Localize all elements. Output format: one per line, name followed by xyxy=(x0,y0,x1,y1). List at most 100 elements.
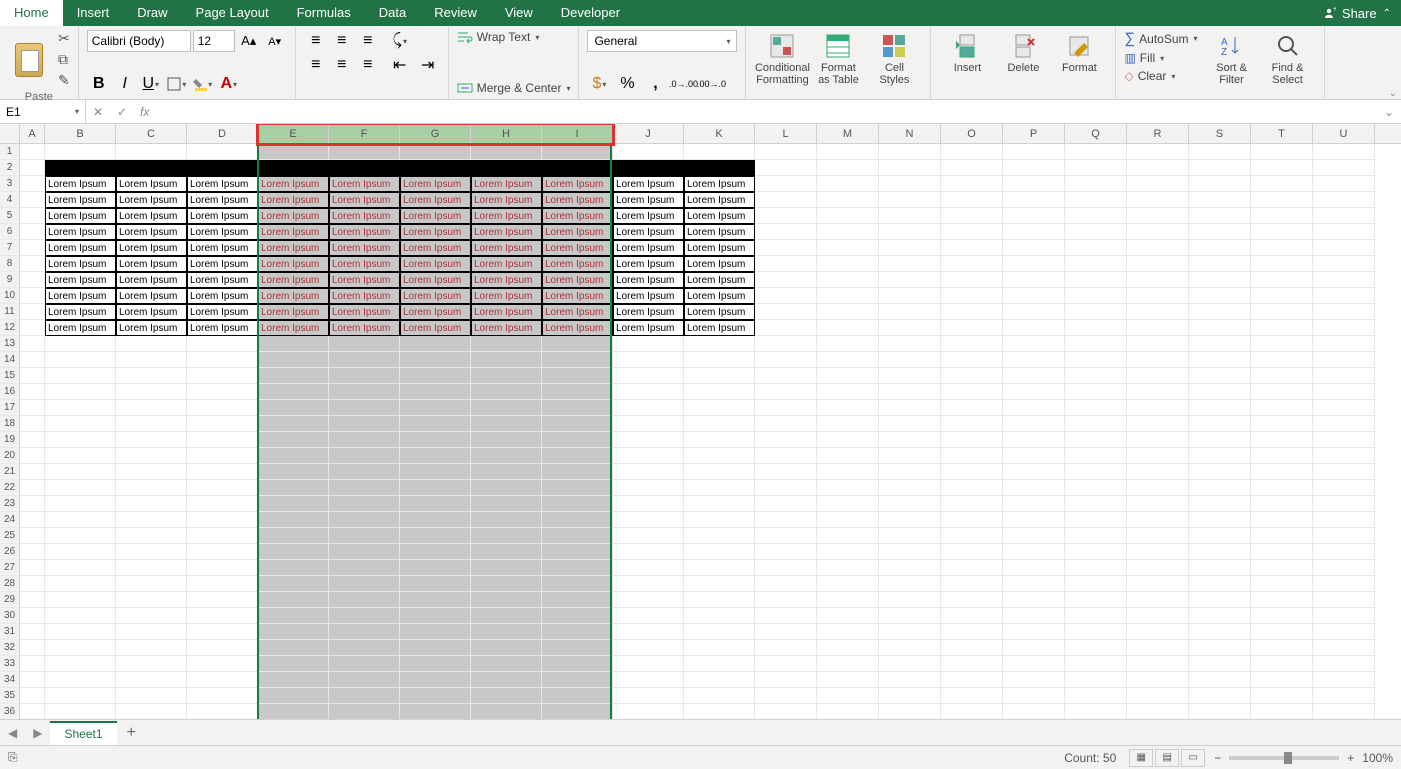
cell[interactable] xyxy=(329,368,400,384)
cell[interactable] xyxy=(817,384,879,400)
cell[interactable] xyxy=(116,400,187,416)
cell[interactable] xyxy=(941,656,1003,672)
cell[interactable] xyxy=(879,320,941,336)
cell[interactable] xyxy=(684,368,755,384)
cell[interactable] xyxy=(1065,352,1127,368)
cell[interactable] xyxy=(755,240,817,256)
sheet-nav-next-icon[interactable]: ▶ xyxy=(25,726,50,740)
cell[interactable] xyxy=(1127,240,1189,256)
cell[interactable] xyxy=(20,400,45,416)
cell[interactable] xyxy=(755,224,817,240)
tab-page-layout[interactable]: Page Layout xyxy=(182,0,283,26)
cell[interactable] xyxy=(1065,224,1127,240)
cell[interactable] xyxy=(400,592,471,608)
cell[interactable] xyxy=(684,448,755,464)
column-header-T[interactable]: T xyxy=(1251,124,1313,143)
view-page-layout-icon[interactable]: ▤ xyxy=(1155,749,1179,767)
cell[interactable] xyxy=(45,416,116,432)
cell[interactable] xyxy=(471,704,542,720)
row-header[interactable]: 26 xyxy=(0,544,20,560)
cell[interactable] xyxy=(817,688,879,704)
select-all-corner[interactable] xyxy=(0,124,20,143)
cell[interactable] xyxy=(879,480,941,496)
cell[interactable] xyxy=(684,656,755,672)
row-header[interactable]: 29 xyxy=(0,592,20,608)
cell[interactable] xyxy=(879,400,941,416)
cell[interactable]: Lorem Ipsum xyxy=(45,240,116,256)
cell[interactable] xyxy=(20,416,45,432)
cell[interactable] xyxy=(258,560,329,576)
cell[interactable] xyxy=(1251,416,1313,432)
cell[interactable]: Lorem Ipsum xyxy=(258,304,329,320)
cell[interactable] xyxy=(879,208,941,224)
cell[interactable] xyxy=(755,480,817,496)
cell[interactable] xyxy=(116,384,187,400)
cell[interactable] xyxy=(941,288,1003,304)
cell[interactable] xyxy=(20,368,45,384)
cell[interactable] xyxy=(116,576,187,592)
cell[interactable] xyxy=(116,528,187,544)
cell[interactable] xyxy=(1313,304,1375,320)
cell[interactable]: Lorem Ipsum xyxy=(684,208,755,224)
cell[interactable] xyxy=(20,640,45,656)
cell[interactable] xyxy=(941,432,1003,448)
cell[interactable] xyxy=(817,336,879,352)
copy-icon[interactable]: ⧉ xyxy=(58,51,70,68)
cell-styles-button[interactable]: Cell Styles xyxy=(866,30,922,88)
cell[interactable] xyxy=(471,496,542,512)
cell[interactable] xyxy=(1251,448,1313,464)
cell[interactable] xyxy=(1189,528,1251,544)
cell[interactable] xyxy=(1313,416,1375,432)
row-header[interactable]: 36 xyxy=(0,704,20,720)
cell[interactable] xyxy=(20,560,45,576)
cell[interactable]: Lorem Ipsum xyxy=(684,176,755,192)
cell[interactable] xyxy=(817,144,879,160)
cell[interactable] xyxy=(879,528,941,544)
column-header-H[interactable]: H xyxy=(471,124,542,143)
cell[interactable] xyxy=(817,240,879,256)
cell[interactable]: Lorem Ipsum xyxy=(400,320,471,336)
cell[interactable] xyxy=(116,656,187,672)
cell[interactable] xyxy=(1251,528,1313,544)
cell[interactable] xyxy=(400,144,471,160)
cell[interactable] xyxy=(187,336,258,352)
cell[interactable] xyxy=(613,544,684,560)
cell[interactable] xyxy=(1065,656,1127,672)
cell[interactable] xyxy=(755,176,817,192)
cell[interactable] xyxy=(1127,480,1189,496)
cell[interactable] xyxy=(45,544,116,560)
cell[interactable] xyxy=(1313,160,1375,176)
cell[interactable] xyxy=(1127,432,1189,448)
cell[interactable] xyxy=(116,544,187,560)
cell[interactable] xyxy=(471,368,542,384)
cell[interactable] xyxy=(20,496,45,512)
cell[interactable] xyxy=(1313,368,1375,384)
cell[interactable] xyxy=(1189,464,1251,480)
cell[interactable]: Lorem Ipsum xyxy=(471,176,542,192)
cell[interactable] xyxy=(1127,272,1189,288)
cell[interactable] xyxy=(1127,608,1189,624)
cell[interactable] xyxy=(1127,144,1189,160)
cell[interactable] xyxy=(45,608,116,624)
cell[interactable] xyxy=(1251,240,1313,256)
cell[interactable] xyxy=(258,336,329,352)
fill-color-button[interactable]: ▾ xyxy=(191,73,215,95)
cell[interactable] xyxy=(542,544,613,560)
cell[interactable]: Lorem Ipsum xyxy=(471,240,542,256)
cell[interactable]: Lorem Ipsum xyxy=(613,240,684,256)
cell[interactable] xyxy=(329,448,400,464)
row-header[interactable]: 8 xyxy=(0,256,20,272)
cell[interactable] xyxy=(1003,512,1065,528)
cell[interactable] xyxy=(1003,400,1065,416)
cell[interactable] xyxy=(258,656,329,672)
cell[interactable] xyxy=(1251,432,1313,448)
cell[interactable]: Lorem Ipsum xyxy=(684,192,755,208)
cell[interactable] xyxy=(542,512,613,528)
cell[interactable]: Lorem Ipsum xyxy=(258,256,329,272)
cell[interactable] xyxy=(471,336,542,352)
cell[interactable] xyxy=(684,464,755,480)
cell[interactable] xyxy=(1003,240,1065,256)
cell[interactable]: Lorem Ipsum xyxy=(400,304,471,320)
cell[interactable] xyxy=(1313,560,1375,576)
cell[interactable] xyxy=(1251,704,1313,720)
